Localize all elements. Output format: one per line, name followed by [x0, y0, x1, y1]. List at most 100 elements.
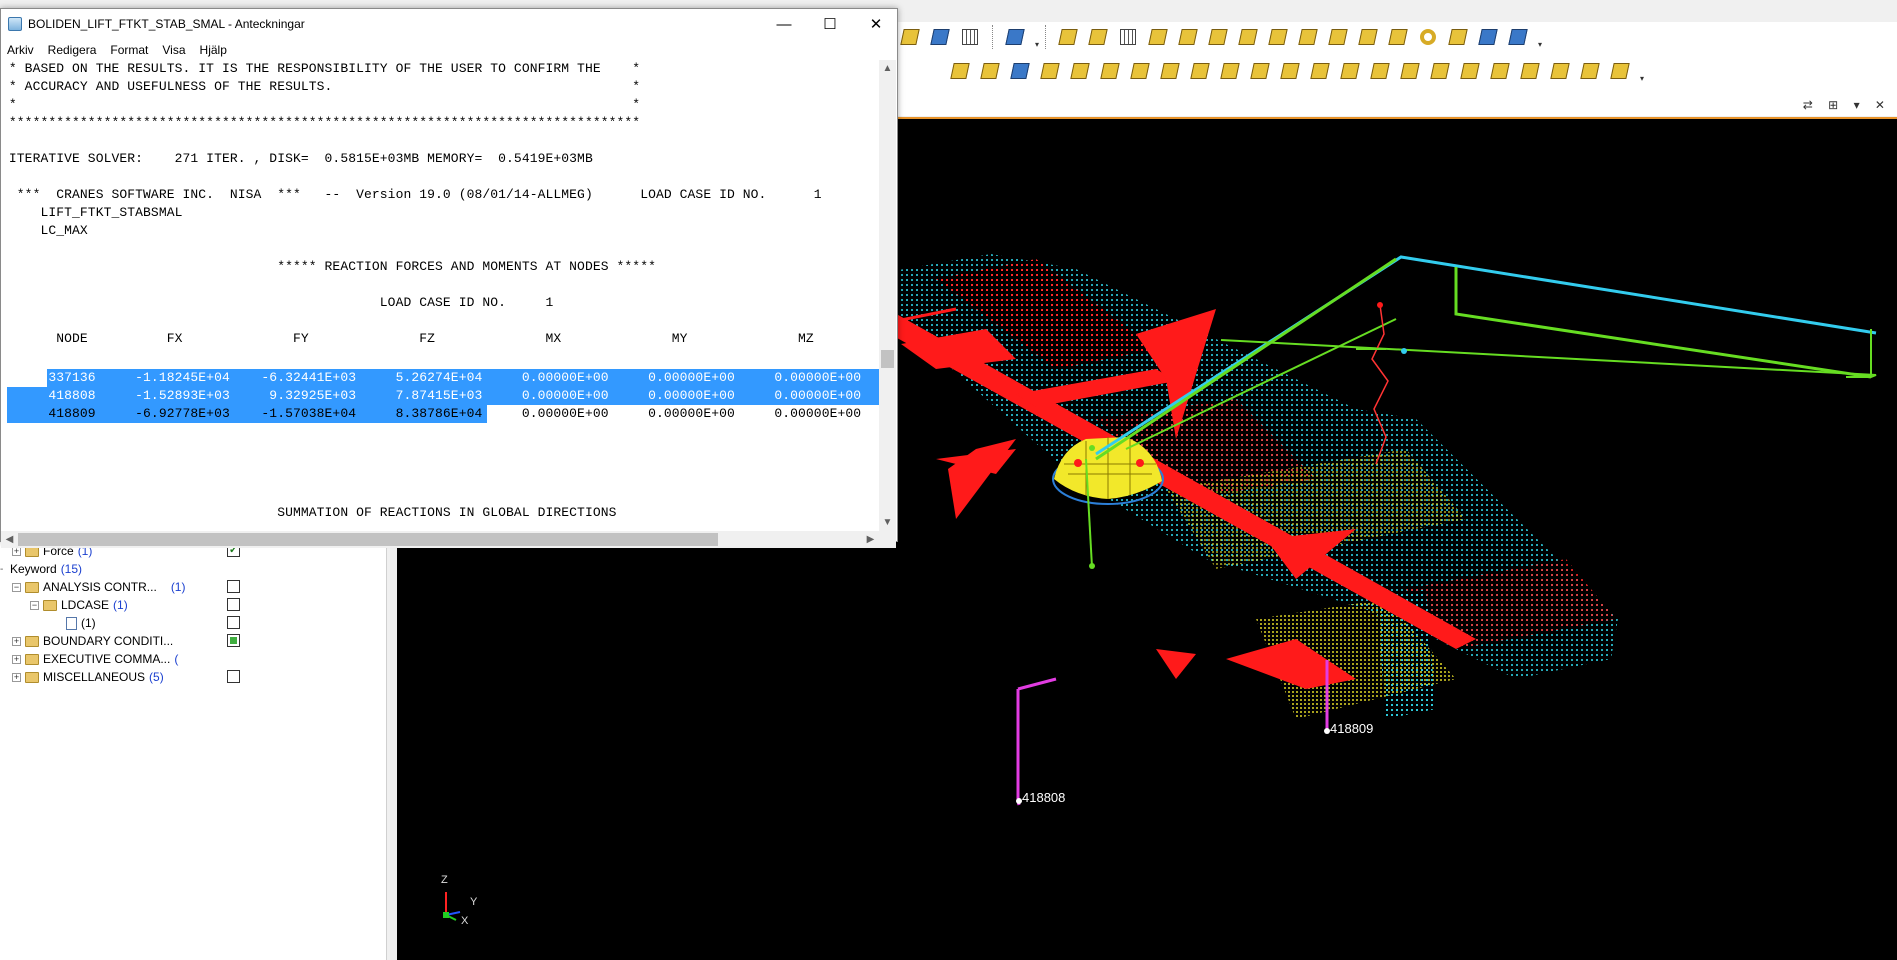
pipe-icon[interactable] [1326, 25, 1350, 49]
shell-icon[interactable] [978, 59, 1002, 83]
scroll-right-icon[interactable]: ▶ [862, 531, 879, 548]
menu-visa[interactable]: Visa [162, 43, 185, 57]
curve-icon[interactable] [1056, 25, 1080, 49]
menu-redigera[interactable]: Redigera [48, 43, 97, 57]
panel-icon[interactable] [1368, 59, 1392, 83]
outrigger-point [1089, 563, 1095, 569]
vertical-scrollbar[interactable]: ▲ ▼ [879, 60, 896, 531]
turntable-point [1136, 459, 1144, 467]
camera-icon[interactable] [1003, 25, 1027, 49]
split-icon[interactable] [1248, 59, 1272, 83]
bracket-icon[interactable] [1098, 59, 1122, 83]
mesh-grid-icon[interactable] [1116, 25, 1140, 49]
wedge-icon[interactable] [1188, 59, 1212, 83]
notepad-window: BOLIDEN_LIFT_FTKT_STAB_SMAL - Anteckning… [0, 8, 898, 548]
element-icon[interactable] [948, 59, 972, 83]
minimize-button[interactable]: — [761, 9, 807, 39]
checkbox-boundary-conditions[interactable] [227, 634, 240, 647]
panel-splitter[interactable] [386, 540, 397, 960]
outrigger-point [1089, 445, 1095, 451]
toolbar-dropdown[interactable]: ▾ [1638, 59, 1646, 83]
plate-icon[interactable] [1128, 59, 1152, 83]
axis-label-y: Y [470, 896, 478, 908]
screen-icon[interactable] [1476, 25, 1500, 49]
expand-icon[interactable]: + [12, 636, 21, 646]
text-line: LC_MAX [1, 223, 88, 238]
loft-icon[interactable] [1218, 59, 1242, 83]
folder-icon [25, 581, 39, 593]
horizontal-scroll-thumb[interactable] [18, 533, 718, 546]
attach-icon[interactable] [1578, 59, 1602, 83]
tree-item-label: MISCELLANEOUS [43, 670, 146, 684]
patch-icon[interactable] [1146, 25, 1170, 49]
checkbox-analysis-control[interactable] [227, 580, 240, 593]
tree-item-miscellaneous[interactable]: + MISCELLANEOUS (5) [12, 668, 164, 686]
arrow-tool-icon[interactable] [1518, 59, 1542, 83]
scroll-up-icon[interactable]: ▲ [879, 60, 896, 77]
resize-grip-icon[interactable] [879, 531, 896, 548]
collapse-icon[interactable]: − [30, 600, 39, 610]
tree-item-analysis-control[interactable]: − ANALYSIS CONTR... (1) [12, 578, 185, 596]
block-icon[interactable] [1158, 59, 1182, 83]
grid-icon[interactable] [958, 25, 982, 49]
model-tree-panel: + Force (1) ✓ - Keyword (15) − ANALYSIS … [0, 540, 386, 960]
tetra-icon[interactable] [1236, 25, 1260, 49]
sweep-icon[interactable] [1266, 25, 1290, 49]
toolbar-dropdown[interactable]: ▾ [1536, 25, 1544, 49]
offset-icon[interactable] [1488, 59, 1512, 83]
revolve-icon[interactable] [1356, 25, 1380, 49]
chair-icon[interactable] [1386, 25, 1410, 49]
folder-icon [25, 653, 39, 665]
checkbox-ldcase[interactable] [227, 598, 240, 611]
scroll-down-icon[interactable]: ▼ [879, 514, 896, 531]
expand-icon[interactable]: + [12, 672, 21, 682]
pencil-edit-icon[interactable] [898, 25, 922, 49]
expand-icon[interactable]: + [12, 654, 21, 664]
transform-icon[interactable] [1548, 59, 1572, 83]
tree-item-ldcase-1[interactable]: (1) [66, 614, 96, 632]
toolbar-dropdown[interactable]: ▾ [1033, 25, 1041, 49]
layer-icon[interactable] [1608, 59, 1632, 83]
tree-item-label: BOUNDARY CONDITI... [43, 634, 174, 648]
vertical-scroll-thumb[interactable] [881, 350, 894, 368]
tree-item-keyword[interactable]: - Keyword (15) [0, 560, 82, 578]
stack-icon[interactable] [1278, 59, 1302, 83]
tree-item-ldcase[interactable]: − LDCASE (1) [30, 596, 128, 614]
close-button[interactable]: ✕ [853, 9, 899, 39]
axis-label-x: X [461, 915, 469, 927]
toolbar-row-1: ▾ ▾ [898, 22, 1544, 52]
table-icon[interactable] [1506, 25, 1530, 49]
menu-arkiv[interactable]: Arkiv [7, 43, 34, 57]
ruled-surface-icon[interactable] [1176, 25, 1200, 49]
toolbar-separator [1045, 25, 1052, 49]
checkbox-miscellaneous[interactable] [227, 670, 240, 683]
horizontal-scrollbar[interactable]: ◀ ▶ [1, 531, 879, 548]
ring-icon[interactable] [1416, 25, 1440, 49]
extrude-icon[interactable] [1296, 25, 1320, 49]
collapse-icon[interactable]: − [12, 582, 21, 592]
fold-icon[interactable] [1038, 59, 1062, 83]
solid-box-icon[interactable] [1206, 25, 1230, 49]
face-icon[interactable] [1398, 59, 1422, 83]
menu-hjalp[interactable]: Hjälp [200, 43, 227, 57]
stairs-icon[interactable] [1338, 59, 1362, 83]
tree-item-boundary-conditions[interactable]: + BOUNDARY CONDITI... [12, 632, 173, 650]
tree-item-label: Keyword [10, 562, 57, 576]
view-window-icon[interactable] [928, 25, 952, 49]
checkbox-ldcase-1[interactable] [227, 616, 240, 629]
box-icon[interactable] [1308, 59, 1332, 83]
maximize-button[interactable]: ☐ [807, 9, 853, 39]
notepad-titlebar[interactable]: BOLIDEN_LIFT_FTKT_STAB_SMAL - Anteckning… [1, 9, 897, 39]
sheet-icon[interactable] [1428, 59, 1452, 83]
merge-icon[interactable] [1458, 59, 1482, 83]
tree-item-count: (1) [113, 598, 128, 612]
tree-item-executive-commands[interactable]: + EXECUTIVE COMMA... ( [12, 650, 178, 668]
scroll-left-icon[interactable]: ◀ [1, 531, 18, 548]
menu-format[interactable]: Format [110, 43, 148, 57]
copy-element-icon[interactable] [1446, 25, 1470, 49]
cylinder-icon[interactable] [1008, 59, 1032, 83]
bend-icon[interactable] [1068, 59, 1092, 83]
text-editor-area[interactable]: * BASED ON THE RESULTS. IT IS THE RESPON… [1, 60, 879, 531]
window-arrange-icons[interactable]: ⇄ ⊞ ▾ ✕ [1803, 98, 1891, 112]
surface-icon[interactable] [1086, 25, 1110, 49]
